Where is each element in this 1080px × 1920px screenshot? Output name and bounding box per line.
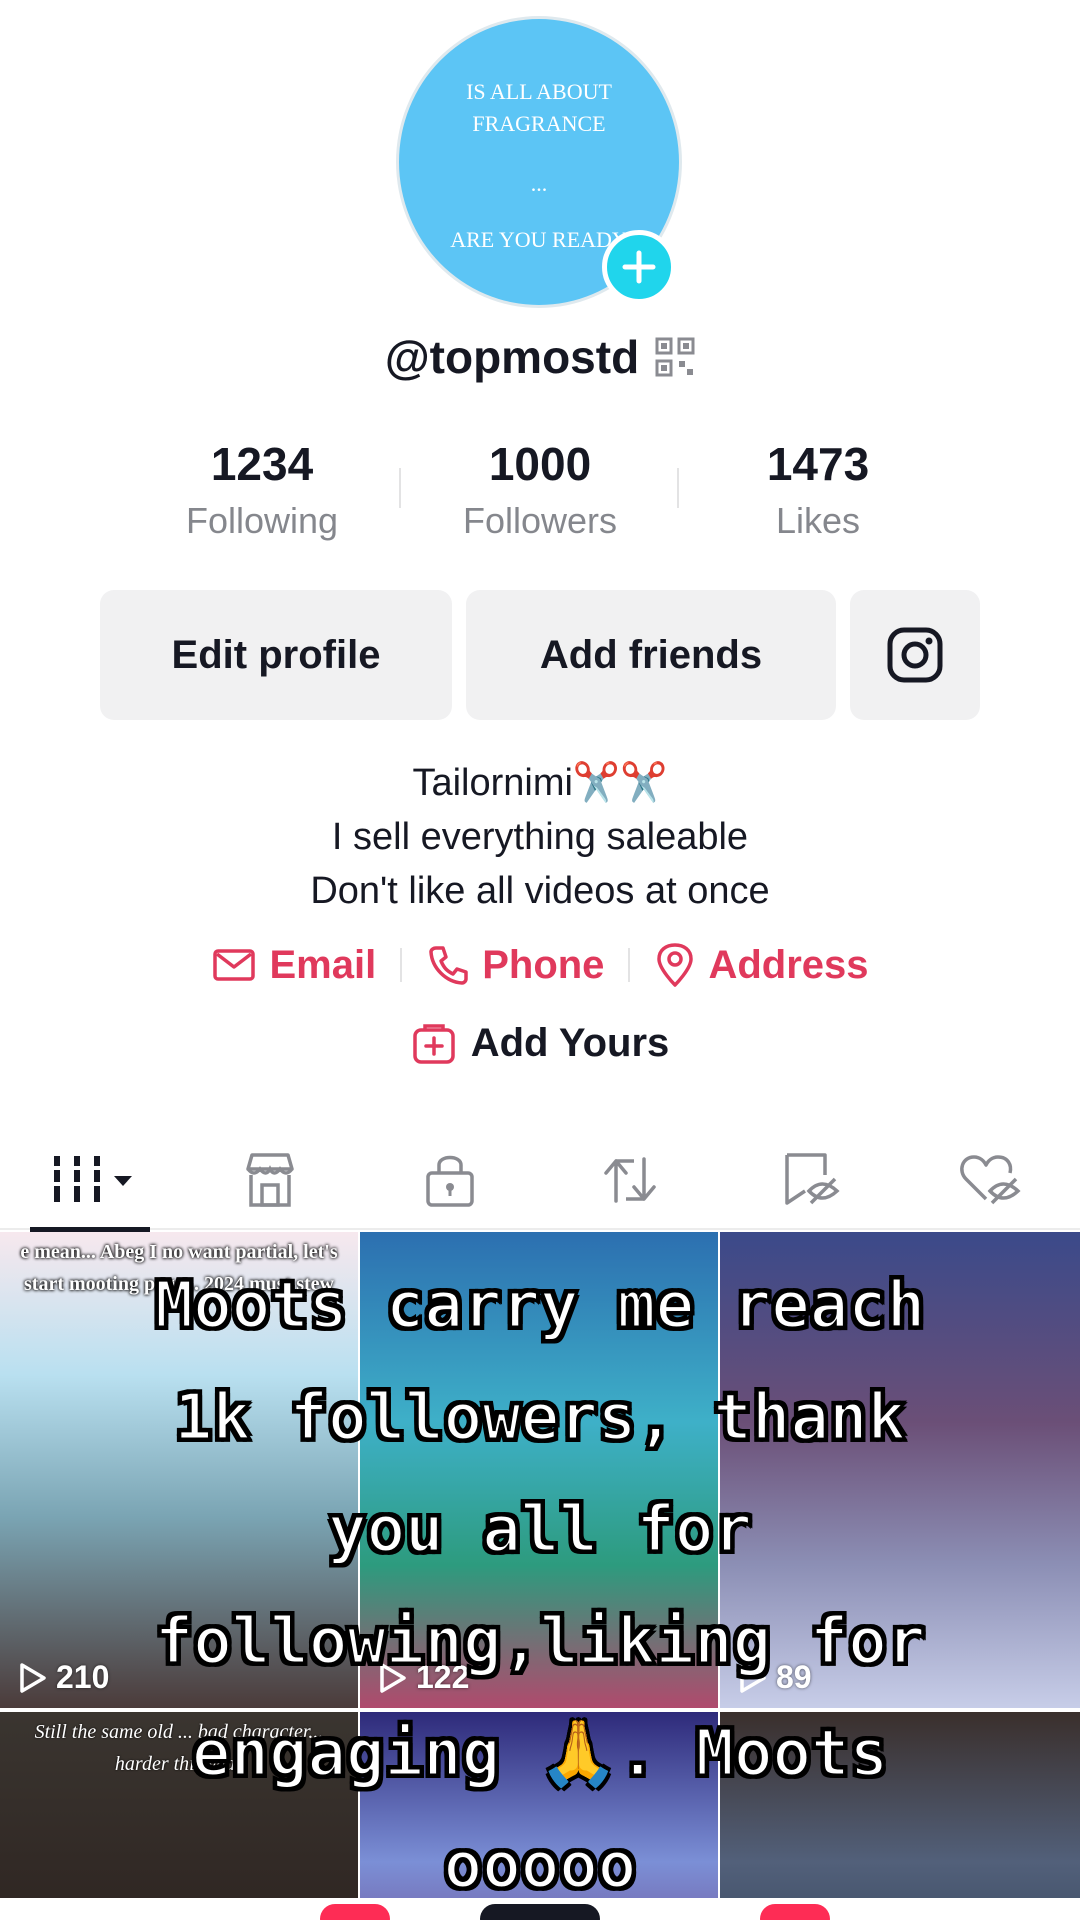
add-story-button[interactable] — [602, 230, 676, 304]
stat-likes[interactable]: 1473 Likes — [679, 436, 957, 542]
tab-reposts[interactable] — [540, 1130, 720, 1230]
location-pin-icon — [657, 943, 694, 987]
username: @topmostd — [384, 331, 640, 383]
stat-following[interactable]: 1234 Following — [123, 436, 401, 542]
phone-icon — [429, 946, 468, 985]
bookmark-hidden-icon — [785, 1153, 840, 1205]
add-yours-label: Add Yours — [470, 1020, 670, 1065]
stat-value: 1234 — [210, 438, 314, 490]
stat-label: Likes — [775, 500, 861, 541]
tab-videos[interactable] — [0, 1130, 180, 1232]
qr-code-icon[interactable] — [655, 337, 695, 377]
add-friends-button[interactable]: Add friends — [466, 590, 836, 720]
profile-stats: 1234 Following 1000 Followers 1473 Likes — [0, 436, 1080, 542]
view-count-value: 210 — [56, 1659, 110, 1695]
address-label: Address — [708, 942, 869, 987]
mail-icon — [213, 949, 256, 981]
phone-link[interactable]: Phone — [426, 943, 604, 988]
instagram-button[interactable] — [850, 590, 980, 720]
play-icon — [20, 1662, 46, 1693]
bio-line: Tailornimi✂️✂️ — [412, 762, 668, 804]
avatar-text-line: ... — [530, 171, 548, 196]
stat-value: 1473 — [766, 438, 870, 490]
profile-bio: Tailornimi✂️✂️ I sell everything saleabl… — [0, 756, 1080, 918]
nav-create-button[interactable] — [480, 1904, 600, 1920]
tab-shop[interactable] — [180, 1130, 360, 1230]
overlay-caption-text: Moots carry me reach 1k followers, thank… — [153, 1268, 927, 1905]
phone-label: Phone — [482, 942, 605, 987]
grid-bars-icon — [52, 1156, 132, 1202]
heart-hidden-icon — [960, 1155, 1021, 1205]
avatar-text-line: IS ALL ABOUT — [466, 79, 612, 104]
add-yours-button[interactable]: Add Yours — [0, 1020, 1080, 1066]
email-link[interactable]: Email — [211, 942, 376, 988]
view-count: 210 — [18, 1659, 109, 1696]
nav-badge — [320, 1904, 390, 1920]
stat-label: Following — [185, 500, 339, 541]
bio-line: Don't like all videos at once — [310, 870, 770, 912]
edit-profile-button[interactable]: Edit profile — [100, 590, 452, 720]
instagram-icon — [887, 627, 943, 683]
tab-liked[interactable] — [900, 1130, 1080, 1230]
email-label: Email — [269, 942, 377, 987]
bottom-nav-peek — [0, 1898, 1080, 1920]
nav-badge — [760, 1904, 830, 1920]
avatar-text-line: ARE YOU READY — [450, 227, 628, 252]
divider — [628, 948, 631, 982]
profile-tabs — [0, 1130, 1080, 1232]
add-yours-icon — [412, 1024, 455, 1064]
username-row: @topmostd — [0, 330, 1080, 384]
bio-line: I sell everything saleable — [331, 816, 749, 858]
shop-icon — [246, 1153, 294, 1207]
stat-value: 1000 — [488, 438, 592, 490]
lock-icon — [426, 1155, 474, 1207]
repost-icon — [604, 1157, 656, 1203]
address-link[interactable]: Address — [654, 942, 869, 988]
stat-followers[interactable]: 1000 Followers — [401, 436, 679, 542]
tab-private[interactable] — [360, 1130, 540, 1230]
plus-icon — [622, 250, 656, 284]
divider — [400, 948, 403, 982]
profile-avatar-container[interactable]: IS ALL ABOUT FRAGRANCE ... ARE YOU READY — [396, 16, 682, 308]
avatar-text-line: FRAGRANCE — [472, 111, 606, 136]
tab-favorites[interactable] — [720, 1130, 900, 1230]
contact-row: Email Phone Address — [0, 942, 1080, 988]
stat-label: Followers — [462, 500, 618, 541]
